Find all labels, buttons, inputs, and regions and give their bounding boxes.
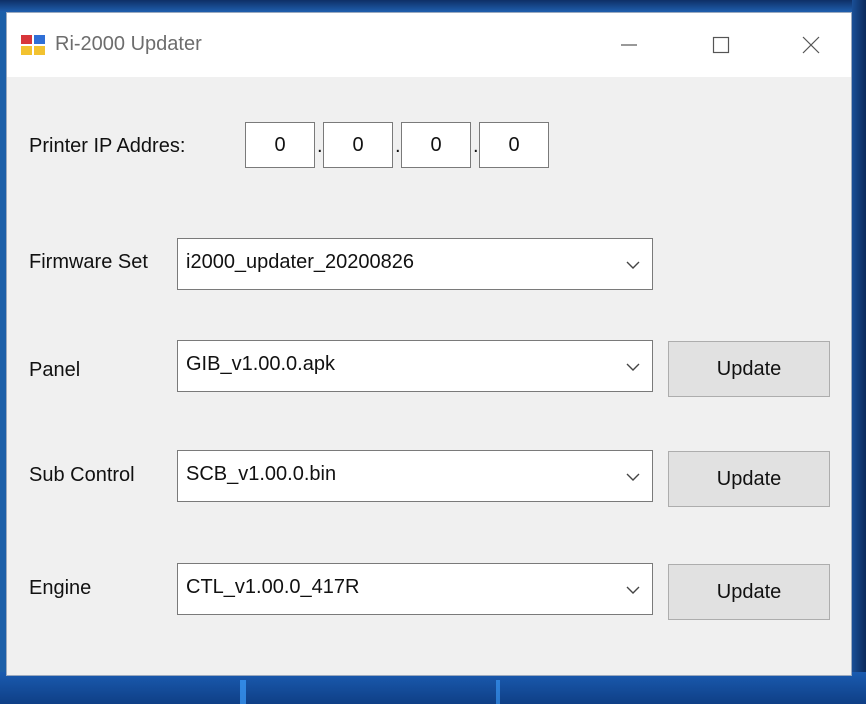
minimize-icon (621, 44, 637, 46)
chevron-down-icon (626, 261, 640, 269)
taskbar (0, 672, 866, 704)
ip-octet-2[interactable]: 0 (323, 122, 393, 168)
taskbar-highlight (496, 680, 500, 704)
sub-control-value: SCB_v1.00.0.bin (186, 463, 337, 485)
ip-octet-4[interactable]: 0 (479, 122, 549, 168)
maximize-icon (712, 36, 730, 54)
engine-label: Engine (29, 577, 92, 599)
close-button[interactable] (771, 21, 851, 69)
title-bar[interactable]: Ri-2000 Updater (7, 13, 851, 77)
panel-dropdown[interactable]: GIB_v1.00.0.apk (177, 340, 653, 392)
app-icon (21, 35, 45, 55)
engine-dropdown[interactable]: CTL_v1.00.0_417R (177, 563, 653, 615)
maximize-button[interactable] (681, 21, 761, 69)
taskbar-highlight (240, 680, 246, 704)
minimize-button[interactable] (589, 21, 669, 69)
firmware-set-dropdown[interactable]: i2000_updater_20200826 (177, 238, 653, 290)
panel-update-button[interactable]: Update (668, 341, 830, 397)
desktop-background-top (0, 0, 866, 12)
desktop-background-right (852, 0, 866, 704)
ip-octet-3[interactable]: 0 (401, 122, 471, 168)
chevron-down-icon (626, 473, 640, 481)
firmware-set-value: i2000_updater_20200826 (186, 251, 414, 273)
ip-separator: . (317, 135, 323, 157)
panel-label: Panel (29, 359, 81, 381)
updater-window: Ri-2000 Updater Printer IP Addres: 0 . 0… (6, 12, 852, 676)
printer-ip-label: Printer IP Addres: (29, 135, 186, 157)
ip-separator: . (473, 135, 479, 157)
sub-control-dropdown[interactable]: SCB_v1.00.0.bin (177, 450, 653, 502)
close-icon (802, 36, 820, 54)
window-title: Ri-2000 Updater (55, 33, 202, 55)
chevron-down-icon (626, 586, 640, 594)
sub-control-label: Sub Control (29, 464, 135, 486)
chevron-down-icon (626, 363, 640, 371)
form-client-area: Printer IP Addres: 0 . 0 . 0 . 0 i2000_u… (7, 77, 851, 675)
panel-value: GIB_v1.00.0.apk (186, 353, 335, 375)
engine-update-button[interactable]: Update (668, 564, 830, 620)
ip-separator: . (395, 135, 401, 157)
sub-control-update-button[interactable]: Update (668, 451, 830, 507)
firmware-set-label: Firmware Set (29, 251, 150, 274)
ip-octet-1[interactable]: 0 (245, 122, 315, 168)
engine-value: CTL_v1.00.0_417R (186, 576, 360, 598)
